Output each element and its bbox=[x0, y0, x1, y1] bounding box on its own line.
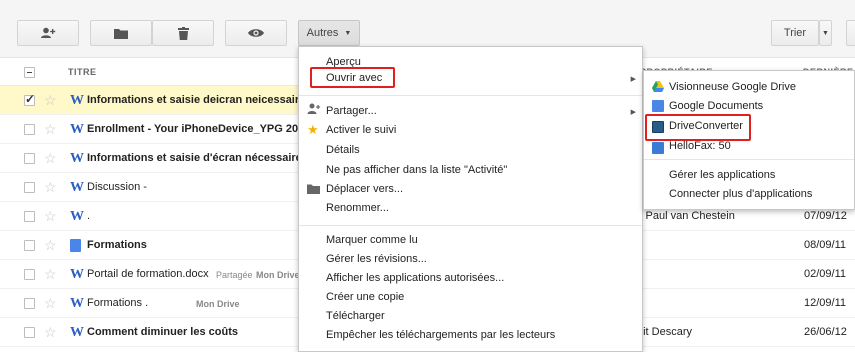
add-person-icon bbox=[41, 27, 56, 38]
select-all-checkbox[interactable] bbox=[24, 67, 35, 78]
menu-item-gerer-revisions[interactable]: Gérer les révisions... bbox=[326, 253, 427, 265]
menu-item-ouvrir-avec[interactable]: Ouvrir avec bbox=[326, 72, 382, 84]
star-icon[interactable]: ☆ bbox=[44, 266, 57, 283]
file-title[interactable]: Formations bbox=[87, 239, 147, 251]
menu-separator bbox=[299, 95, 642, 96]
star-icon[interactable]: ☆ bbox=[44, 237, 57, 254]
row-checkbox[interactable] bbox=[24, 269, 35, 280]
file-modified-date: 02/09/11 bbox=[804, 268, 847, 280]
word-doc-icon: W bbox=[70, 93, 84, 108]
row-checkbox[interactable] bbox=[24, 298, 35, 309]
submenu-separator bbox=[644, 159, 854, 160]
driveconverter-icon bbox=[652, 121, 664, 133]
file-modified-date: 12/09/11 bbox=[804, 297, 847, 309]
star-icon: ★ bbox=[307, 122, 319, 137]
trash-icon bbox=[177, 26, 189, 40]
chevron-down-icon: ▼ bbox=[822, 29, 829, 37]
sort-button-label: Trier bbox=[783, 27, 807, 39]
preview-button[interactable] bbox=[225, 20, 287, 46]
submenu-item-visionneuse[interactable]: Visionneuse Google Drive bbox=[669, 81, 796, 93]
drive-viewer-icon bbox=[652, 81, 664, 93]
submenu-item-driveconverter[interactable]: DriveConverter bbox=[669, 120, 743, 132]
menu-item-creer-copie[interactable]: Créer une copie bbox=[326, 291, 404, 303]
word-doc-icon: W bbox=[70, 325, 84, 340]
submenu-arrow-icon: ▶ bbox=[630, 109, 636, 116]
file-modified-date: 26/06/12 bbox=[804, 326, 847, 338]
menu-item-marquer-lu[interactable]: Marquer comme lu bbox=[326, 234, 418, 246]
open-with-submenu: Visionneuse Google Drive Google Document… bbox=[643, 70, 855, 210]
star-icon[interactable]: ☆ bbox=[44, 324, 57, 341]
file-modified-date: 08/09/11 bbox=[804, 239, 847, 251]
row-checkbox[interactable] bbox=[24, 182, 35, 193]
word-doc-icon: W bbox=[70, 122, 84, 137]
location-tag: Mon Drive bbox=[256, 270, 300, 280]
submenu-item-gerer-apps[interactable]: Gérer les applications bbox=[669, 169, 775, 181]
google-doc-icon bbox=[70, 239, 81, 252]
file-title[interactable]: Portail de formation.docx bbox=[87, 268, 209, 280]
google-docs-icon bbox=[652, 100, 664, 112]
file-title[interactable]: Enrollment - Your iPhoneDevice_YPG 20 bbox=[87, 123, 298, 135]
file-owner: s Paul van Chestein bbox=[637, 210, 735, 222]
star-icon[interactable]: ☆ bbox=[44, 208, 57, 225]
more-button-label: Autres bbox=[306, 27, 339, 39]
menu-item-activer-suivi[interactable]: Activer le suivi bbox=[326, 124, 396, 136]
menu-item-partager[interactable]: Partager... bbox=[326, 105, 377, 117]
star-icon[interactable]: ☆ bbox=[44, 121, 57, 138]
star-icon[interactable]: ☆ bbox=[44, 92, 57, 109]
eye-icon bbox=[248, 29, 264, 37]
word-doc-icon: W bbox=[70, 151, 84, 166]
word-doc-icon: W bbox=[70, 296, 84, 311]
file-owner: bit Descary bbox=[637, 326, 693, 338]
submenu-item-hellofax[interactable]: HelloFax: 50 bbox=[669, 140, 731, 152]
location-tag: Mon Drive bbox=[196, 299, 240, 309]
more-button[interactable]: Autres ▼ bbox=[298, 20, 360, 46]
share-button[interactable] bbox=[17, 20, 79, 46]
file-title[interactable]: Comment diminuer les coûts bbox=[87, 326, 238, 338]
hellofax-icon bbox=[652, 142, 664, 154]
row-checkbox[interactable] bbox=[24, 124, 35, 135]
row-checkbox[interactable] bbox=[24, 211, 35, 222]
settings-button[interactable] bbox=[846, 20, 855, 46]
file-modified-date: 07/09/12 bbox=[804, 210, 847, 222]
file-title[interactable]: Informations et saisie deicran neicessai… bbox=[87, 94, 299, 106]
file-title[interactable]: Discussion - bbox=[87, 181, 147, 193]
folder-icon bbox=[307, 183, 320, 197]
star-icon[interactable]: ☆ bbox=[44, 295, 57, 312]
menu-item-renommer[interactable]: Renommer... bbox=[326, 202, 389, 214]
menu-item-details[interactable]: Détails bbox=[326, 144, 360, 156]
row-checkbox[interactable] bbox=[24, 92, 35, 106]
chevron-down-icon: ▼ bbox=[344, 29, 352, 37]
sort-button[interactable]: Trier bbox=[771, 20, 819, 46]
delete-button[interactable] bbox=[152, 20, 214, 46]
word-doc-icon: W bbox=[70, 209, 84, 224]
sort-dropdown-button[interactable]: ▼ bbox=[819, 20, 832, 46]
file-title[interactable]: Formations . bbox=[87, 297, 148, 309]
row-checkbox[interactable] bbox=[24, 153, 35, 164]
submenu-item-connecter[interactable]: Connecter plus d'applications bbox=[669, 188, 812, 200]
folder-icon bbox=[114, 28, 128, 39]
star-icon[interactable]: ☆ bbox=[44, 179, 57, 196]
menu-item-afficher-apps[interactable]: Afficher les applications autorisées... bbox=[326, 272, 504, 284]
more-actions-menu: Aperçu Ouvrir avec ▶ Partager... ▶ ★ Act… bbox=[298, 46, 643, 352]
shared-tag: Partagée bbox=[216, 270, 253, 280]
column-title-header[interactable]: TITRE bbox=[68, 67, 97, 77]
share-icon bbox=[307, 103, 321, 117]
row-checkbox[interactable] bbox=[24, 327, 35, 338]
word-doc-icon: W bbox=[70, 180, 84, 195]
menu-separator bbox=[299, 225, 642, 226]
row-checkbox[interactable] bbox=[24, 240, 35, 251]
menu-item-empecher[interactable]: Empêcher les téléchargements par les lec… bbox=[326, 329, 555, 341]
menu-item-telecharger[interactable]: Télécharger bbox=[326, 310, 385, 322]
menu-item-ne-pas-afficher[interactable]: Ne pas afficher dans la liste "Activité" bbox=[326, 164, 507, 176]
file-title[interactable]: . bbox=[87, 210, 90, 222]
submenu-item-google-docs[interactable]: Google Documents bbox=[669, 100, 763, 112]
file-title[interactable]: Informations et saisie d'écran nécessair… bbox=[87, 152, 302, 164]
menu-item-deplacer[interactable]: Déplacer vers... bbox=[326, 183, 403, 195]
submenu-arrow-icon: ▶ bbox=[630, 76, 636, 83]
move-to-folder-button[interactable] bbox=[90, 20, 152, 46]
word-doc-icon: W bbox=[70, 267, 84, 282]
star-icon[interactable]: ☆ bbox=[44, 150, 57, 167]
